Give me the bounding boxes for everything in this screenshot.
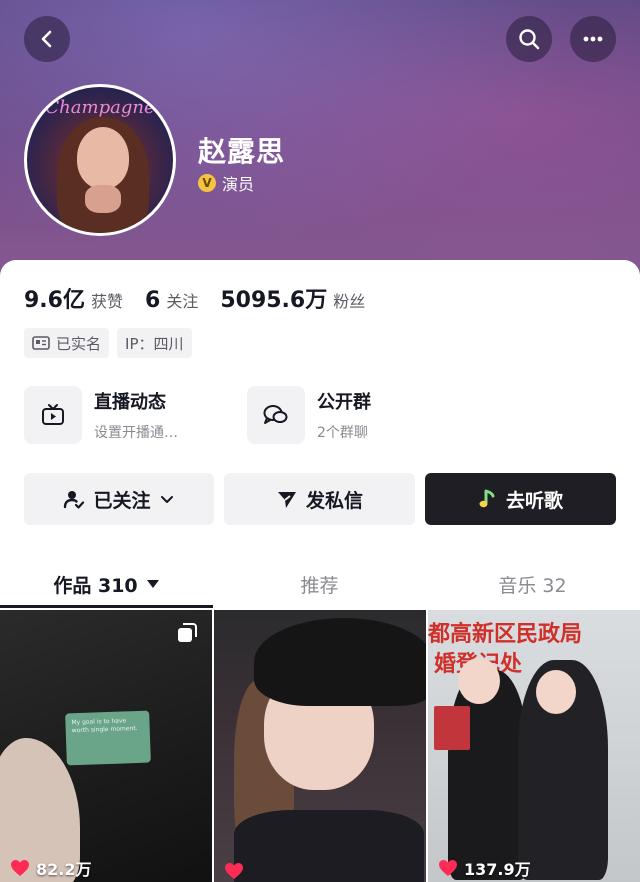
- live-feature-title: 直播动态: [94, 392, 166, 413]
- send-icon: [277, 492, 296, 508]
- heart-icon: [225, 863, 243, 879]
- group-feature-icon-box: [247, 386, 305, 444]
- video-thumbnail[interactable]: 都高新区民政局 婚登记处 137.9万: [428, 610, 640, 882]
- content-tabs: 作品 310 推荐 音乐 32: [0, 560, 640, 608]
- video-likes: [224, 862, 250, 880]
- more-button[interactable]: [570, 16, 616, 62]
- id-card-icon: [32, 336, 50, 350]
- face-shape: [536, 670, 576, 714]
- video-likes-count: 82.2万: [36, 860, 92, 879]
- video-likes: 82.2万: [10, 856, 91, 880]
- face-shape: [458, 658, 500, 704]
- video-thumbnail[interactable]: My goal is to have worth single moment. …: [0, 610, 212, 882]
- group-feature[interactable]: 公开群 2个群聊: [247, 386, 371, 444]
- music-note-icon: [479, 489, 495, 508]
- verified-name-tag: 已实名: [24, 328, 110, 358]
- following-button[interactable]: 已关注: [24, 473, 214, 525]
- avatar-face-shape: [77, 127, 129, 189]
- multi-image-icon: [178, 623, 197, 642]
- avatar-caption: Champagne: [45, 97, 155, 118]
- sign-text-line1: 都高新区民政局: [428, 622, 583, 647]
- back-button[interactable]: [24, 16, 70, 62]
- following-button-label: 已关注: [93, 489, 151, 512]
- stats-row: 9.6亿 获赞 6 关注 5095.6万 粉丝: [24, 282, 387, 314]
- listen-music-button-label: 去听歌: [505, 489, 563, 512]
- shirt-shape: [234, 810, 424, 882]
- listen-music-button[interactable]: 去听歌: [425, 473, 616, 525]
- search-button[interactable]: [506, 16, 552, 62]
- verified-name-label: 已实名: [56, 334, 102, 353]
- likes-count: 9.6亿: [24, 288, 85, 313]
- video-likes: 137.9万: [438, 856, 531, 880]
- group-feature-title: 公开群: [317, 392, 371, 413]
- card-text: My goal is to have worth single moment.: [71, 717, 138, 735]
- tab-works-label: 作品 310: [53, 574, 138, 597]
- ip-location-tag: IP：四川: [117, 328, 192, 358]
- role-row: V 演员: [198, 171, 254, 195]
- chevron-down-icon: [160, 496, 173, 503]
- video-likes-count: 137.9万: [464, 860, 531, 879]
- avatar-hands-shape: [85, 185, 121, 213]
- video-thumbnail[interactable]: [214, 610, 426, 882]
- tv-icon: [42, 404, 64, 425]
- group-feature-subtitle: 2个群聊: [317, 425, 368, 441]
- ip-location-label: IP：四川: [125, 334, 184, 353]
- chevron-left-icon: [41, 30, 52, 48]
- caret-down-icon: [146, 580, 159, 588]
- certificate-shape: [434, 706, 470, 750]
- chat-bubbles-icon: [263, 405, 288, 424]
- active-tab-indicator: [0, 605, 213, 608]
- following-count[interactable]: 6: [145, 288, 160, 313]
- live-feature-subtitle: 设置开播通…: [94, 425, 178, 441]
- tab-music[interactable]: 音乐 32: [426, 560, 639, 608]
- video-grid: My goal is to have worth single moment. …: [0, 610, 640, 882]
- following-label[interactable]: 关注: [166, 288, 198, 312]
- avatar[interactable]: Champagne: [24, 84, 176, 236]
- tab-recommended[interactable]: 推荐: [213, 560, 426, 608]
- followers-label[interactable]: 粉丝: [333, 288, 365, 312]
- message-button-label: 发私信: [305, 489, 363, 512]
- live-feature[interactable]: 直播动态 设置开播通…: [24, 386, 178, 444]
- cap-shape: [254, 618, 426, 706]
- user-check-icon: [64, 491, 85, 509]
- message-button[interactable]: 发私信: [224, 473, 415, 525]
- green-card-shape: My goal is to have worth single moment.: [65, 710, 151, 766]
- tab-works[interactable]: 作品 310: [0, 560, 213, 608]
- heart-icon: [439, 860, 457, 876]
- tags-row: 已实名 IP：四川: [24, 328, 192, 358]
- followers-count[interactable]: 5095.6万: [220, 282, 327, 314]
- heart-icon: [11, 860, 29, 876]
- search-icon: [519, 29, 540, 50]
- profile-role: 演员: [222, 175, 255, 194]
- likes-label: 获赞: [90, 292, 123, 311]
- profile-name: 赵露思: [198, 135, 286, 168]
- more-dots-icon: [583, 36, 603, 42]
- live-feature-icon-box: [24, 386, 82, 444]
- verified-badge-icon: V: [198, 174, 216, 192]
